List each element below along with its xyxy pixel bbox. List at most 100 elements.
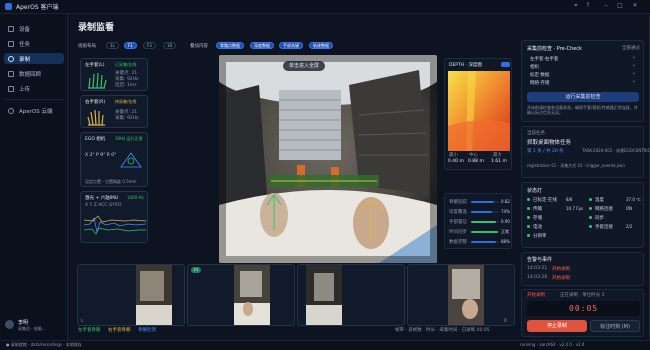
sensor-line: 设定位置 - 位置精度 0.5mm (85, 179, 137, 184)
record-icon (8, 55, 14, 62)
metric-label: 数据完整 (449, 240, 467, 245)
sensor-card-left-glove[interactable]: 左手套(L) 已采集/在线 关键点: 21 采集: 92Hz 延迟: 1ms (80, 58, 148, 91)
precheck-title: 采集前检查 · Pre-Check (527, 46, 582, 52)
help-icon[interactable]: ? (583, 2, 593, 9)
footer-right: running · aarch64 · v2.4.0 · v2.4 (520, 342, 585, 347)
precheck-note: 开始前请检查各设备状态，确保手套/相机/传感器正常连接，并确认标注信息无误。 (527, 105, 638, 115)
status-label: 同步 (595, 216, 604, 221)
metric-fill (471, 211, 492, 213)
fullscreen-hint[interactable]: 单击进入全屏 (283, 61, 326, 71)
metric-label: 时间同步 (449, 230, 467, 235)
precheck-item: 左手套·右手套 (530, 57, 559, 62)
depth-stat-label: 最大 (493, 153, 502, 158)
stop-recording-button[interactable]: 停止录制 (527, 320, 587, 332)
check-icon: ✓ (632, 80, 636, 85)
run-precheck-button[interactable]: 运行采集前检查 (527, 92, 639, 102)
pin-icon[interactable]: ⌖ (571, 2, 581, 10)
user-name: 李明 (18, 320, 29, 326)
sidebar-item-label: 数据回顾 (19, 71, 42, 78)
overlay-skeleton[interactable]: 骨骼点数据 (216, 42, 244, 49)
metric-value: 正常 (501, 229, 509, 234)
overlay-trajectory[interactable]: 轨迹数据 (309, 42, 333, 49)
close-icon[interactable]: ✕ (630, 2, 640, 9)
view-option-f1[interactable]: F1 (124, 42, 137, 49)
precheck-item: 标定·数据 (530, 73, 550, 78)
metric-value: 0.90 (501, 219, 510, 224)
app-logo-icon (5, 3, 12, 10)
sensor-card-right-glove[interactable]: 右手套(R) 待采集/在线 关键点: 21 采集: 92Hz (80, 95, 148, 128)
left-hand-glyph (88, 72, 107, 89)
sensor-card-imu[interactable]: 激光 + 六轴IMU 1000 Hz X Y Z ACC GYRO (80, 191, 148, 243)
sensor-line: 延迟: 1ms (115, 83, 137, 88)
status-dot-icon (589, 207, 592, 210)
events-panel: 告警与事件 14:03:21 开始录制 14:03:26 开始录制 (521, 252, 644, 286)
sensor-card-ego-camera[interactable]: EGO 相机 30Hz 运行正常 X 3° P 9° R 0° 设定位置 - 位… (80, 132, 148, 187)
precheck-summary: 全部通过 (622, 46, 640, 51)
depth-stat-label: 中心 (469, 153, 478, 158)
cloud-icon (8, 107, 14, 114)
precheck-item: 相机 (530, 65, 539, 70)
maximize-icon[interactable]: □ (615, 2, 625, 9)
depth-panel[interactable]: DEPTH · 深度图 最小 中心 最大 0.40 m 0.88 m 1.61 … (444, 58, 512, 170)
depth-map (448, 71, 510, 151)
sensor-status: 已采集/在线 (115, 62, 137, 67)
avatar[interactable] (5, 320, 14, 329)
thumb-image (306, 265, 342, 325)
thumbnail-L[interactable]: L (77, 264, 185, 326)
sensor-title: EGO 相机 (85, 137, 106, 142)
depth-stat-label: 最小 (449, 153, 458, 158)
depth-stat-value: 1.61 m (491, 159, 507, 164)
camera-view[interactable]: 单击进入全屏 (219, 55, 437, 263)
sidebar-item-review[interactable]: 数据回顾 (4, 68, 64, 79)
status-label: 分辨率 (533, 234, 547, 239)
view-layout-label: 视角布局 (78, 44, 96, 49)
overlay-depth[interactable]: 深度数据 (250, 42, 274, 49)
sidebar-item-upload[interactable]: 上传 (4, 83, 64, 94)
status-dot-icon (527, 234, 530, 237)
metric-fill (471, 231, 498, 233)
thumb-label: L (81, 319, 84, 324)
sidebar-item-label: 上传 (19, 86, 31, 93)
view-option-1r[interactable]: 1R (163, 42, 177, 49)
sidebar: 设备 任务 录制 数据回顾 上传 AperOS 云端 李明 采集员 · 电脑..… (0, 14, 68, 350)
right-hand-glyph (87, 109, 105, 126)
thumbnail-F3[interactable]: F3 (297, 264, 405, 326)
session-timer: 00:05 (569, 304, 599, 313)
thumbnail-F1[interactable]: F1 (187, 264, 295, 326)
mark-moment-button[interactable]: 标注时刻 (M) (590, 320, 640, 332)
camera-pose-glyph (120, 152, 142, 168)
minimize-icon[interactable]: – (601, 2, 611, 9)
thumbnail-R[interactable]: R (407, 264, 515, 326)
thumb-image (136, 265, 172, 325)
metric-fill (471, 241, 496, 243)
status-value: 8/8 (566, 197, 573, 202)
thumb-image (448, 265, 484, 325)
status-title: 状态灯 (527, 188, 543, 194)
overlay-label: 叠加内容 (190, 44, 208, 49)
status-value: 10.7 Fps (566, 206, 584, 211)
upload-icon (8, 85, 14, 92)
status-dot-icon (589, 216, 592, 219)
thumb-label: R (504, 319, 508, 324)
divider (4, 99, 64, 100)
sidebar-item-label: 设备 (19, 26, 31, 33)
event-text: 开始录制 (552, 267, 570, 272)
task-section-title: 当前任务 (527, 131, 545, 136)
sensor-status: 30Hz 运行正常 (115, 136, 143, 141)
events-title: 告警与事件 (527, 257, 553, 263)
metric-value: 0.82 (501, 199, 510, 204)
sidebar-item-cloud[interactable]: AperOS 云端 (4, 105, 64, 116)
status-label: 已标定·在线 (533, 198, 557, 203)
depth-toggle-icon[interactable] (501, 62, 510, 67)
sidebar-item-record[interactable]: 录制 (4, 53, 64, 64)
view-option-f3[interactable]: F3 (143, 42, 156, 49)
depth-title: DEPTH · 深度图 (449, 63, 482, 68)
sidebar-item-devices[interactable]: 设备 (4, 23, 64, 34)
task-panel: 当前任务 抓取桌面物体任务 第 1 条 / 共 20 条 TASK-2024-0… (521, 126, 650, 178)
overlay-hand[interactable]: 手部关键 (279, 42, 303, 49)
sensor-line: 采集: 92Hz (115, 116, 139, 121)
view-option-1l[interactable]: 1L (106, 42, 119, 49)
sidebar-item-tasks[interactable]: 任务 (4, 38, 64, 49)
page-title: 录制监看 (78, 23, 115, 33)
task-detail: registration 01 · 采集方式 01 · trigger_even… (527, 163, 625, 168)
